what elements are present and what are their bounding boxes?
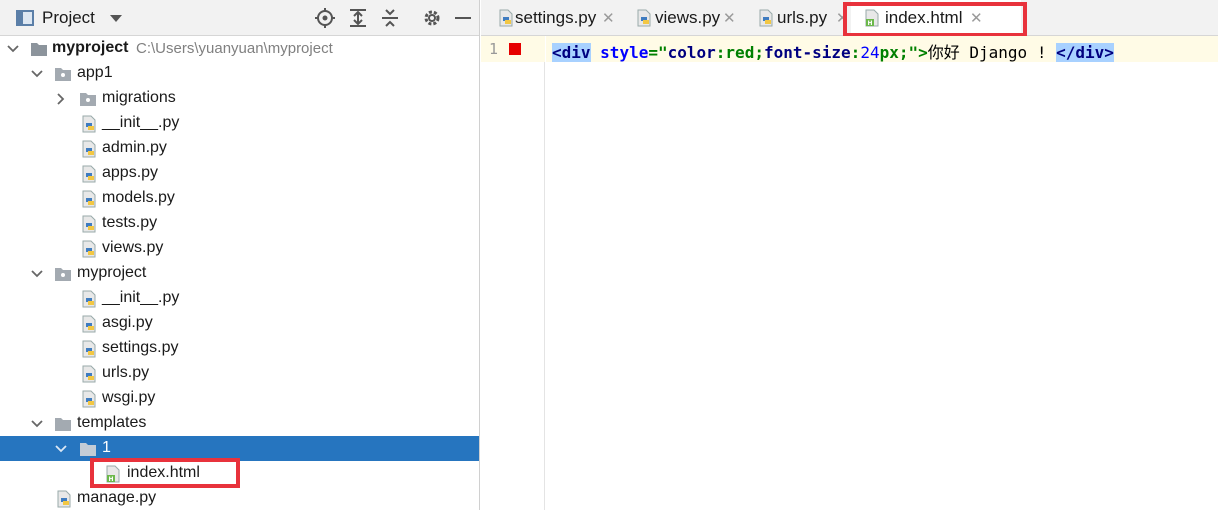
code-open-tag: <div [552, 43, 591, 62]
tree-item-file[interactable]: wsgi.py [0, 386, 479, 411]
python-file-icon [80, 315, 98, 333]
python-file-icon [80, 140, 98, 158]
python-file-icon [80, 240, 98, 258]
tree-item-root[interactable]: myproject C:\Users\yuanyuan\myproject [0, 36, 479, 61]
code-attr: style [600, 43, 649, 62]
python-file-icon [80, 115, 98, 133]
tree-item-manage-py[interactable]: manage.py [0, 486, 479, 510]
highlight-box-tab [843, 2, 1027, 37]
highlight-box-tree [90, 458, 240, 488]
tree-item-folder-1[interactable]: 1 [0, 436, 479, 461]
code-value: red [725, 43, 755, 62]
python-file-icon [757, 9, 775, 27]
chevron-down-icon[interactable] [30, 67, 44, 81]
chevron-down-icon[interactable] [30, 267, 44, 281]
tree-item-file[interactable]: __init__.py [0, 111, 479, 136]
python-file-icon [80, 365, 98, 383]
python-file-icon [497, 9, 515, 27]
project-panel-header: Project [0, 0, 479, 36]
package-folder-icon [79, 90, 97, 106]
python-file-icon [80, 165, 98, 183]
tree-item-file[interactable]: apps.py [0, 161, 479, 186]
tree-item-file[interactable]: models.py [0, 186, 479, 211]
tree-item-file[interactable]: admin.py [0, 136, 479, 161]
tree-item-index-html[interactable]: H index.html [0, 461, 479, 486]
chevron-down-icon[interactable] [30, 417, 44, 431]
close-icon[interactable]: ✕ [602, 9, 615, 27]
code-text: 你好 Django ! [927, 43, 1057, 62]
python-file-icon [80, 340, 98, 358]
folder-icon [79, 440, 97, 456]
project-tool-window: Project myproject C:\Users\yuanyuan\mypr… [0, 0, 480, 510]
tab-views-py[interactable]: views.py ✕ [629, 0, 739, 36]
close-icon[interactable]: ✕ [723, 9, 736, 27]
breakpoint-marker[interactable] [509, 43, 521, 55]
tab-urls-py[interactable]: urls.py ✕ [751, 0, 851, 36]
tree-item-file[interactable]: settings.py [0, 336, 479, 361]
tree-item-file[interactable]: __init__.py [0, 286, 479, 311]
gear-icon[interactable] [421, 7, 443, 29]
tree-item-app1[interactable]: app1 [0, 61, 479, 86]
minimize-icon[interactable] [452, 7, 474, 29]
code-close-tag: </div> [1056, 43, 1114, 62]
code-line-1[interactable]: <div style="color:red;font-size:24px;">你… [552, 39, 1114, 63]
tree-item-myproject-package[interactable]: myproject [0, 261, 479, 286]
tree-item-migrations[interactable]: migrations [0, 86, 479, 111]
chevron-down-icon[interactable] [54, 442, 68, 456]
folder-icon [54, 415, 72, 431]
project-icon [16, 10, 34, 26]
code-colon: : [850, 43, 861, 62]
chevron-down-icon[interactable] [6, 42, 20, 56]
tree-item-file[interactable]: tests.py [0, 211, 479, 236]
folder-icon [30, 40, 48, 56]
line-gutter: 1 [481, 36, 545, 510]
code-number: 24 [860, 43, 880, 62]
code-prop: color [667, 43, 716, 62]
tree-item-file[interactable]: urls.py [0, 361, 479, 386]
code-unit: px [879, 43, 899, 62]
code-colon: : [715, 43, 726, 62]
code-editor[interactable]: <div style="color:red;font-size:24px;">你… [546, 36, 1218, 510]
root-path: C:\Users\yuanyuan\myproject [136, 40, 333, 57]
python-file-icon [635, 9, 653, 27]
package-folder-icon [54, 265, 72, 281]
code-close-quote: "> [908, 43, 928, 62]
expand-all-icon[interactable] [347, 7, 369, 29]
editor-pane: settings.py ✕ views.py ✕ urls.py ✕ H ind… [481, 0, 1218, 510]
chevron-right-icon[interactable] [54, 92, 68, 106]
tree-item-file[interactable]: asgi.py [0, 311, 479, 336]
locate-icon[interactable] [314, 7, 336, 29]
line-number: 1 [489, 40, 499, 58]
python-file-icon [80, 190, 98, 208]
collapse-all-icon[interactable] [379, 7, 401, 29]
python-file-icon [80, 390, 98, 408]
tree-item-file[interactable]: views.py [0, 236, 479, 261]
chevron-down-icon[interactable] [110, 15, 122, 22]
python-file-icon [80, 215, 98, 233]
tab-settings-py[interactable]: settings.py ✕ [489, 0, 617, 36]
code-semicolon: ; [754, 43, 764, 62]
code-prop: font-size [763, 43, 851, 62]
tree-item-templates[interactable]: templates [0, 411, 479, 436]
python-file-icon [80, 290, 98, 308]
package-folder-icon [54, 65, 72, 81]
python-file-icon [55, 490, 73, 508]
code-eq-quote: =" [648, 43, 668, 62]
project-view-selector[interactable]: Project [42, 8, 95, 28]
